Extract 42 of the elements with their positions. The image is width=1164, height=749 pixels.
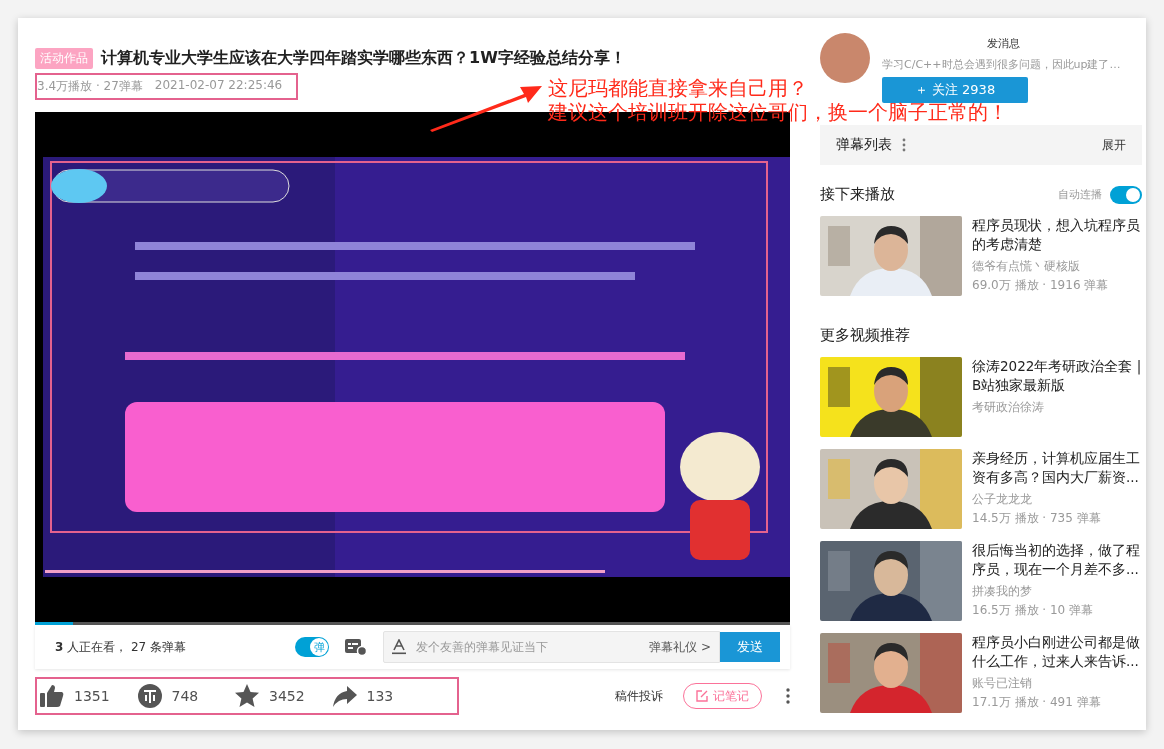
video-title[interactable]: 亲身经历，计算机应届生工资有多高？国内大厂薪资... <box>972 449 1142 487</box>
view-stats: 3.4万播放 · 27弹幕 <box>37 78 143 95</box>
star-icon[interactable] <box>234 683 260 709</box>
autoplay-switch[interactable] <box>1110 185 1142 204</box>
publish-date: 2021-02-07 22:25:46 <box>154 78 283 94</box>
section-title: 接下来播放 <box>820 185 895 204</box>
share-count: 133 <box>366 688 394 704</box>
danmaku-list-bar[interactable]: 弹幕列表 展开 <box>820 125 1142 165</box>
thumbs-up-icon[interactable] <box>39 683 65 709</box>
video-stats: 14.5万 播放 · 735 弹幕 <box>972 510 1102 527</box>
avatar[interactable] <box>820 33 870 83</box>
expand-link[interactable]: 展开 <box>1102 136 1126 154</box>
report-link[interactable]: 稿件投诉 <box>615 687 663 705</box>
video-title[interactable]: 徐涛2022年考研政治全套 | B站独家最新版 <box>972 357 1142 395</box>
share-icon[interactable] <box>331 683 358 709</box>
video-stats: 16.5万 播放 · 10 弹幕 <box>972 602 1095 619</box>
viewer-count: 3 人正在看， 27 条弹幕 <box>55 638 188 656</box>
danmaku-list-title: 弹幕列表 <box>836 136 892 154</box>
video-title[interactable]: 程序员现状，想入坑程序员的考虑清楚 <box>972 216 1142 254</box>
video-title[interactable]: 很后悔当初的选择，做了程序员，现在一个月差不多... <box>972 541 1142 579</box>
coin-count: 748 <box>171 688 199 704</box>
message-link[interactable]: 发消息 <box>987 36 1121 51</box>
settings-icon[interactable] <box>345 638 367 656</box>
annotation-text: 这尼玛都能直接拿来自己用？ <box>548 76 808 100</box>
progress-bar[interactable] <box>35 622 790 625</box>
more-icon[interactable] <box>786 688 790 704</box>
font-icon[interactable] <box>392 639 406 655</box>
video-stats: 69.0万 播放 · 1916 弹幕 <box>972 277 1110 294</box>
etiquette-link[interactable]: 弹幕礼仪 > <box>649 638 711 656</box>
section-title: 更多视频推荐 <box>820 326 910 345</box>
video-stats: 17.1万 播放 · 491 弹幕 <box>972 694 1102 711</box>
video-title: 计算机专业大学生应该在大学四年踏实学哪些东西？1W字经验总结分享！ <box>101 48 626 69</box>
danmaku-input[interactable]: 发个友善的弹幕见证当下 弹幕礼仪 > <box>383 631 720 663</box>
video-title[interactable]: 程序员小白刚进公司都是做什么工作，过来人来告诉... <box>972 633 1142 671</box>
like-count: 1351 <box>74 688 110 704</box>
activity-tag: 活动作品 <box>35 48 93 69</box>
autoplay-label: 自动连播 <box>1058 187 1102 202</box>
coin-icon[interactable] <box>136 683 163 709</box>
favorite-count: 3452 <box>269 688 305 704</box>
more-icon[interactable] <box>902 138 906 152</box>
edit-icon <box>696 690 708 702</box>
uploader-description: 学习C/C++时总会遇到很多问题，因此up建了… <box>882 57 1121 72</box>
